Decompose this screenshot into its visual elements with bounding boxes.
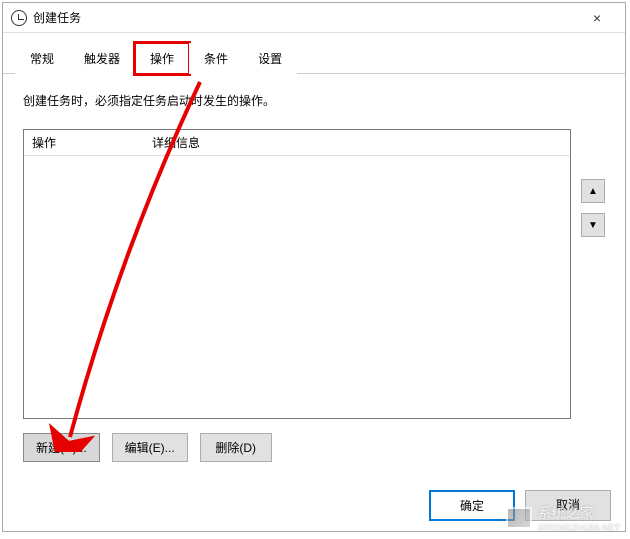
titlebar: 创建任务 × xyxy=(3,3,625,33)
tab-settings[interactable]: 设置 xyxy=(243,43,297,74)
dialog-window: 创建任务 × 常规 触发器 操作 条件 设置 创建任务时，必须指定任务启动时发生… xyxy=(2,2,626,532)
close-button[interactable]: × xyxy=(577,4,617,32)
tab-row: 常规 触发器 操作 条件 设置 xyxy=(3,43,625,74)
move-down-button[interactable]: ▼ xyxy=(581,213,605,237)
tab-triggers[interactable]: 触发器 xyxy=(69,43,135,74)
window-title: 创建任务 xyxy=(33,9,577,26)
edit-button[interactable]: 编辑(E)... xyxy=(112,433,188,462)
delete-button[interactable]: 删除(D) xyxy=(200,433,272,462)
reorder-buttons: ▲ ▼ xyxy=(581,129,605,419)
tab-actions[interactable]: 操作 xyxy=(135,43,189,74)
content-area: 创建任务时，必须指定任务启动时发生的操作。 操作 详细信息 ▲ ▼ 新建(N).… xyxy=(3,74,625,472)
cancel-button[interactable]: 取消 xyxy=(525,490,611,521)
new-button[interactable]: 新建(N)... xyxy=(23,433,100,462)
ok-button[interactable]: 确定 xyxy=(429,490,515,521)
clock-icon xyxy=(11,10,27,26)
tab-general[interactable]: 常规 xyxy=(15,43,69,74)
actions-listbox[interactable]: 操作 详细信息 xyxy=(23,129,571,419)
dialog-footer: 确定 取消 xyxy=(429,490,611,521)
move-up-button[interactable]: ▲ xyxy=(581,179,605,203)
description-text: 创建任务时，必须指定任务启动时发生的操作。 xyxy=(23,92,605,109)
tab-conditions[interactable]: 条件 xyxy=(189,43,243,74)
list-area: 操作 详细信息 ▲ ▼ xyxy=(23,129,605,419)
list-header: 操作 详细信息 xyxy=(24,130,570,156)
column-details: 详细信息 xyxy=(144,134,570,151)
action-buttons: 新建(N)... 编辑(E)... 删除(D) xyxy=(23,433,605,462)
column-action: 操作 xyxy=(24,134,144,151)
